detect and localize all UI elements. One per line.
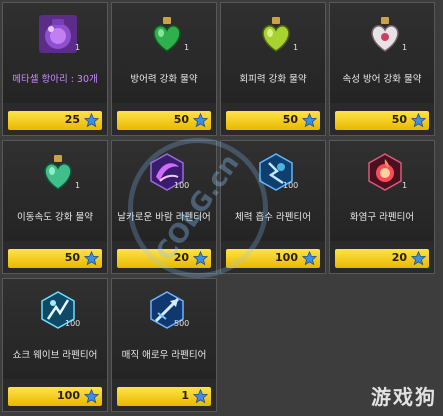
shop-item-sharp-wind-lapentier[interactable]: 100 날카로운 바람 라펜티어 20 <box>111 140 217 274</box>
shop-item-shock-wave-lapentier[interactable]: 100 쇼크 웨이브 라펜티어 100 <box>2 278 108 412</box>
price-bar: 20 <box>117 249 211 268</box>
currency-star-icon <box>84 113 99 128</box>
price-bar: 50 <box>8 249 102 268</box>
item-quantity: 1 <box>75 181 81 190</box>
item-price: 50 <box>282 113 298 126</box>
currency-star-icon <box>302 251 317 266</box>
currency-star-icon <box>193 113 208 128</box>
item-name: 화염구 라펜티어 <box>349 212 415 223</box>
currency-star-icon <box>84 389 99 404</box>
item-quantity: 100 <box>65 319 81 328</box>
price-bar: 100 <box>226 249 320 268</box>
defense-potion-icon <box>148 15 186 53</box>
item-quantity: 1 <box>184 43 190 52</box>
currency-star-icon <box>193 251 208 266</box>
item-name: 속성 방어 강화 물약 <box>342 74 422 85</box>
metacell-jar-icon <box>39 15 77 53</box>
currency-star-icon <box>411 113 426 128</box>
shop-item-fireball-lapentier[interactable]: 1 화염구 라펜티어 20 <box>329 140 435 274</box>
item-price: 20 <box>173 251 189 264</box>
price-bar: 50 <box>335 111 429 130</box>
shop-item-magic-arrow-lapentier[interactable]: 500 매직 애로우 라펜티어 1 <box>111 278 217 412</box>
item-name: 방어력 강화 물약 <box>130 74 198 85</box>
currency-star-icon <box>193 389 208 404</box>
item-price: 50 <box>64 251 80 264</box>
item-price: 100 <box>275 251 298 264</box>
item-price: 50 <box>173 113 189 126</box>
currency-star-icon <box>84 251 99 266</box>
price-bar: 1 <box>117 387 211 406</box>
fireball-lapentier-icon <box>366 153 404 191</box>
item-quantity: 1 <box>293 43 299 52</box>
price-bar: 20 <box>335 249 429 268</box>
shop-item-defense-potion[interactable]: 1 방어력 강화 물약 50 <box>111 2 217 136</box>
shop-item-grid: 1 메타셀 항아리 : 30개 25 1 방어력 강화 물약 50 1 회피력 … <box>2 2 435 412</box>
price-bar: 100 <box>8 387 102 406</box>
item-name: 쇼크 웨이브 라펜티어 <box>12 350 98 361</box>
item-price: 100 <box>57 389 80 402</box>
evasion-potion-icon <box>257 15 295 53</box>
price-bar: 25 <box>8 111 102 130</box>
shop-item-metacell-jar[interactable]: 1 메타셀 항아리 : 30개 25 <box>2 2 108 136</box>
item-price: 20 <box>391 251 407 264</box>
item-name: 회피력 강화 물약 <box>239 74 307 85</box>
item-quantity: 500 <box>174 319 190 328</box>
shop-item-elemental-defense-potion[interactable]: 1 속성 방어 강화 물약 50 <box>329 2 435 136</box>
currency-star-icon <box>302 113 317 128</box>
price-bar: 50 <box>117 111 211 130</box>
item-price: 1 <box>181 389 189 402</box>
item-name: 이동속도 강화 물약 <box>17 212 93 223</box>
item-quantity: 1 <box>402 181 408 190</box>
shop-item-speed-potion[interactable]: 1 이동속도 강화 물약 50 <box>2 140 108 274</box>
item-quantity: 1 <box>402 43 408 52</box>
item-name: 날카로운 바람 라펜티어 <box>117 212 211 223</box>
item-name: 체력 흡수 라펜티어 <box>235 212 311 223</box>
shop-item-evasion-potion[interactable]: 1 회피력 강화 물약 50 <box>220 2 326 136</box>
shop-item-hp-absorb-lapentier[interactable]: 100 체력 흡수 라펜티어 100 <box>220 140 326 274</box>
currency-star-icon <box>411 251 426 266</box>
elemental-defense-potion-icon <box>366 15 404 53</box>
item-price: 25 <box>64 113 80 126</box>
price-bar: 50 <box>226 111 320 130</box>
speed-potion-icon <box>39 153 77 191</box>
item-quantity: 100 <box>174 181 190 190</box>
item-quantity: 1 <box>75 43 81 52</box>
item-quantity: 100 <box>283 181 299 190</box>
item-price: 50 <box>391 113 407 126</box>
item-name: 메타셀 항아리 : 30개 <box>12 74 98 85</box>
item-name: 매직 애로우 라펜티어 <box>121 350 207 361</box>
